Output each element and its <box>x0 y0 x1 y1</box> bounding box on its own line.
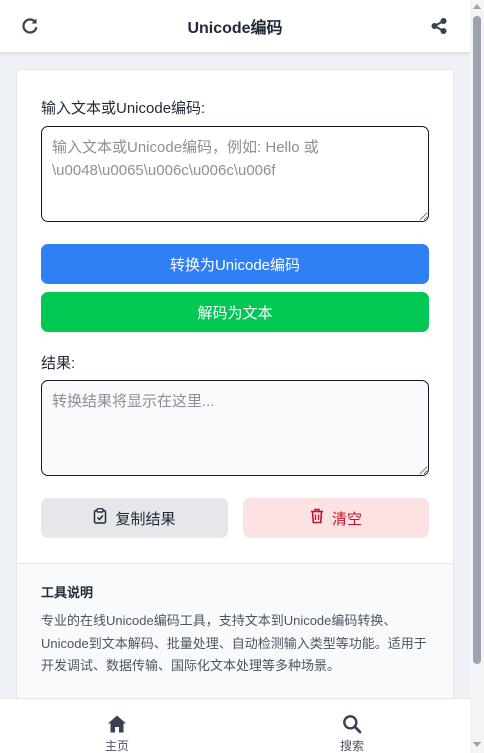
result-label: 结果: <box>41 355 76 372</box>
clipboard-icon <box>93 508 107 528</box>
clear-label: 清空 <box>331 510 362 528</box>
decode-button-label: 解码为文本 <box>197 304 273 322</box>
tool-description-text: 专业的在线Unicode编码工具，支持文本到Unicode编码转换、Unicod… <box>41 613 427 673</box>
encode-button[interactable]: 转换为Unicode编码 <box>41 244 429 284</box>
scrollbar-thumb[interactable] <box>473 16 481 664</box>
copy-result-button[interactable]: 复制结果 <box>41 498 228 538</box>
bottom-nav: 主页 搜索 <box>0 698 470 753</box>
converter-card: 输入文本或Unicode编码: 转换为Unicode编码 解码为文本 结果: 复… <box>16 69 454 709</box>
share-icon[interactable] <box>430 17 448 35</box>
decode-button[interactable]: 解码为文本 <box>41 292 429 332</box>
nav-item-home[interactable]: 主页 <box>77 699 157 753</box>
refresh-icon[interactable] <box>20 16 40 36</box>
input-textarea[interactable] <box>41 126 429 222</box>
scroll-down-arrow-icon[interactable] <box>473 742 481 747</box>
home-icon <box>107 714 127 734</box>
clear-button[interactable]: 清空 <box>243 498 429 538</box>
scroll-up-arrow-icon[interactable] <box>473 4 481 9</box>
nav-home-label: 主页 <box>104 739 129 753</box>
page-title: Unicode编码 <box>187 20 283 37</box>
page-scrollbar[interactable] <box>470 0 484 753</box>
nav-search-label: 搜索 <box>339 739 364 753</box>
encode-button-label: 转换为Unicode编码 <box>169 256 301 274</box>
search-icon <box>342 714 362 734</box>
app-header: Unicode编码 <box>0 0 470 52</box>
copy-result-label: 复制结果 <box>115 510 176 528</box>
nav-item-search[interactable]: 搜索 <box>312 699 392 753</box>
tool-description-title: 工具说明 <box>41 585 94 600</box>
tool-description: 工具说明 专业的在线Unicode编码工具，支持文本到Unicode编码转换、U… <box>17 563 453 709</box>
input-label: 输入文本或Unicode编码: <box>41 100 206 117</box>
trash-icon <box>310 508 324 528</box>
result-textarea[interactable] <box>41 380 429 476</box>
